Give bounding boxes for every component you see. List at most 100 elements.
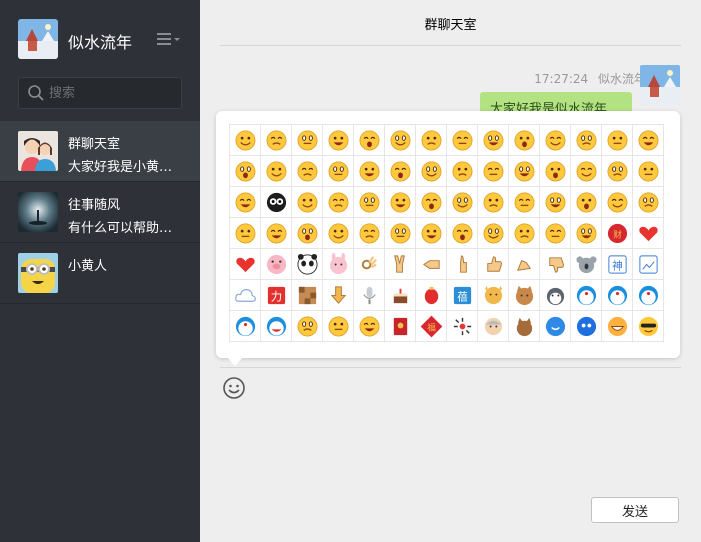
pout-icon[interactable]: [633, 125, 664, 156]
shy-icon[interactable]: [292, 125, 323, 156]
cat-icon[interactable]: [509, 280, 540, 311]
dog-icon[interactable]: [478, 280, 509, 311]
dazed-icon[interactable]: [416, 218, 447, 249]
flushed-icon[interactable]: [261, 218, 292, 249]
rabbit-icon[interactable]: [323, 249, 354, 280]
doraemon-icon[interactable]: [571, 280, 602, 311]
thumb-left-icon[interactable]: [416, 249, 447, 280]
thumbs-down-icon[interactable]: [540, 249, 571, 280]
doraemon-laugh-icon[interactable]: [261, 311, 292, 342]
cake-icon[interactable]: [385, 280, 416, 311]
shocked-icon[interactable]: [478, 218, 509, 249]
shrug-icon[interactable]: [354, 311, 385, 342]
blue-ghost-icon[interactable]: [571, 311, 602, 342]
pig-icon[interactable]: [261, 249, 292, 280]
kitten-icon[interactable]: [509, 311, 540, 342]
big-grin-icon[interactable]: [509, 125, 540, 156]
sad-icon[interactable]: [292, 187, 323, 218]
fortune-icon[interactable]: 财: [602, 218, 633, 249]
black-ghost-icon[interactable]: [261, 187, 292, 218]
tongue-icon[interactable]: [292, 156, 323, 187]
yawn-icon[interactable]: [633, 156, 664, 187]
grandpa-icon[interactable]: [478, 311, 509, 342]
sulk-icon[interactable]: [447, 218, 478, 249]
cool-face-icon[interactable]: [633, 311, 664, 342]
li-card-icon[interactable]: 力: [261, 280, 292, 311]
fortune-envelope-icon[interactable]: 福: [416, 311, 447, 342]
doraemon-2-icon[interactable]: [602, 280, 633, 311]
money-icon[interactable]: [230, 218, 261, 249]
microphone-icon[interactable]: [354, 280, 385, 311]
husky-icon[interactable]: [540, 280, 571, 311]
grimace-icon[interactable]: [540, 156, 571, 187]
thumbs-up-icon[interactable]: [478, 249, 509, 280]
chat-item-group[interactable]: 群聊天室 大家好我是小黄…: [0, 121, 200, 182]
heart-eyes-icon[interactable]: [261, 125, 292, 156]
struggle-icon[interactable]: [571, 218, 602, 249]
red-envelope-icon[interactable]: [385, 311, 416, 342]
panda-icon[interactable]: [292, 249, 323, 280]
yellow-grin-icon[interactable]: [602, 311, 633, 342]
sunglasses-icon[interactable]: [292, 218, 323, 249]
profile-avatar[interactable]: [18, 19, 58, 59]
cry-laugh-icon[interactable]: [323, 125, 354, 156]
chat-item-minion[interactable]: 小黄人: [0, 243, 200, 304]
red-heart-icon[interactable]: [633, 218, 664, 249]
fireworks-icon[interactable]: [447, 311, 478, 342]
laughing-icon[interactable]: [292, 311, 323, 342]
cry-icon[interactable]: [416, 156, 447, 187]
smirk-icon[interactable]: [354, 125, 385, 156]
ok-hand-icon[interactable]: [354, 249, 385, 280]
kiss-heart-icon[interactable]: [323, 218, 354, 249]
cool-glasses-icon[interactable]: [447, 125, 478, 156]
dizzy-icon[interactable]: [571, 156, 602, 187]
cringe-icon[interactable]: [571, 187, 602, 218]
scared-icon[interactable]: [416, 125, 447, 156]
doraemon-cry-icon[interactable]: [230, 311, 261, 342]
doraemon-3-icon[interactable]: [633, 280, 664, 311]
victory-icon[interactable]: [385, 249, 416, 280]
shush-icon[interactable]: [230, 187, 261, 218]
worry-icon[interactable]: [447, 187, 478, 218]
sealed-icon[interactable]: [323, 156, 354, 187]
eyeroll-icon[interactable]: [509, 218, 540, 249]
laugh-icon[interactable]: [540, 125, 571, 156]
angry-icon[interactable]: [354, 156, 385, 187]
picture-frame-icon[interactable]: [633, 249, 664, 280]
point-icon[interactable]: [447, 249, 478, 280]
rage-icon[interactable]: [416, 187, 447, 218]
nervous-icon[interactable]: [509, 156, 540, 187]
sender-avatar[interactable]: [640, 65, 680, 105]
send-button[interactable]: 发送: [591, 497, 679, 523]
chat-item-wangshi[interactable]: 往事随风 有什么可以帮助…: [0, 182, 200, 243]
menu-icon[interactable]: [155, 31, 181, 47]
koala-icon[interactable]: [571, 249, 602, 280]
emoji-toggle-icon[interactable]: [222, 376, 246, 400]
lantern-icon[interactable]: [416, 280, 447, 311]
blush-icon[interactable]: [602, 125, 633, 156]
confused-icon[interactable]: [385, 156, 416, 187]
search-box[interactable]: [18, 77, 182, 109]
shen-card-icon[interactable]: 神: [602, 249, 633, 280]
hug-icon[interactable]: [354, 187, 385, 218]
side-eye-icon[interactable]: [540, 187, 571, 218]
sob-icon[interactable]: [323, 187, 354, 218]
frown-icon[interactable]: [602, 156, 633, 187]
arrow-down-icon[interactable]: [323, 280, 354, 311]
hands-up-icon[interactable]: [385, 187, 416, 218]
peek-icon[interactable]: [385, 218, 416, 249]
search-input[interactable]: [49, 78, 177, 108]
surprised-icon[interactable]: [230, 156, 261, 187]
shock-icon[interactable]: [478, 156, 509, 187]
smile-icon[interactable]: [478, 125, 509, 156]
happy-icon[interactable]: [571, 125, 602, 156]
giggle-icon[interactable]: [261, 156, 292, 187]
zai-card-icon[interactable]: 蓓: [447, 280, 478, 311]
clap-icon[interactable]: [509, 249, 540, 280]
bird-icon[interactable]: [540, 311, 571, 342]
smug-icon[interactable]: [478, 187, 509, 218]
tired-icon[interactable]: [540, 218, 571, 249]
heart-icon[interactable]: [230, 249, 261, 280]
sigh-icon[interactable]: [354, 218, 385, 249]
sleepy-icon[interactable]: [633, 187, 664, 218]
